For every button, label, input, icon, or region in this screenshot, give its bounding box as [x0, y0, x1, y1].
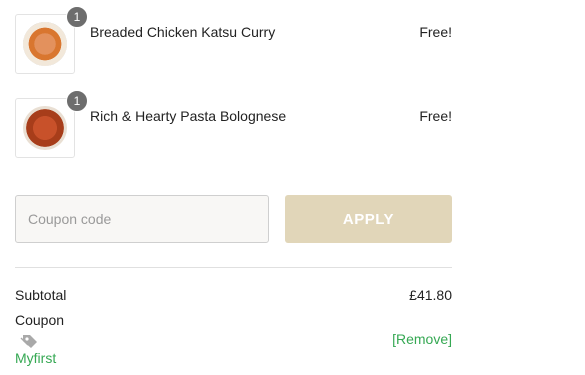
tag-icon	[20, 335, 37, 348]
item-price: Free!	[419, 108, 452, 124]
apply-coupon-button[interactable]: APPLY	[285, 195, 452, 243]
item-name: Rich & Hearty Pasta Bolognese	[90, 108, 287, 124]
subtotal-value: £41.80	[409, 287, 452, 303]
coupon-label: Coupon	[15, 312, 65, 328]
item-name: Breaded Chicken Katsu Curry	[90, 24, 276, 40]
cart-item: 1 Breaded Chicken Katsu Curry Free!	[15, 6, 452, 74]
subtotal-label: Subtotal	[15, 287, 67, 303]
product-thumbnail[interactable]	[15, 98, 75, 158]
item-price: Free!	[419, 24, 452, 40]
cart-item: 1 Rich & Hearty Pasta Bolognese Free!	[15, 90, 452, 158]
pasta-bolognese-image	[23, 106, 67, 150]
product-thumbnail[interactable]	[15, 14, 75, 74]
quantity-badge: 1	[66, 90, 88, 112]
remove-coupon-link[interactable]: [Remove]	[392, 331, 452, 347]
coupon-code-input[interactable]	[15, 195, 269, 243]
katsu-curry-image	[23, 22, 67, 66]
quantity-badge: 1	[66, 6, 88, 28]
divider	[15, 267, 452, 268]
applied-coupon-code: Myfirst	[15, 350, 57, 366]
